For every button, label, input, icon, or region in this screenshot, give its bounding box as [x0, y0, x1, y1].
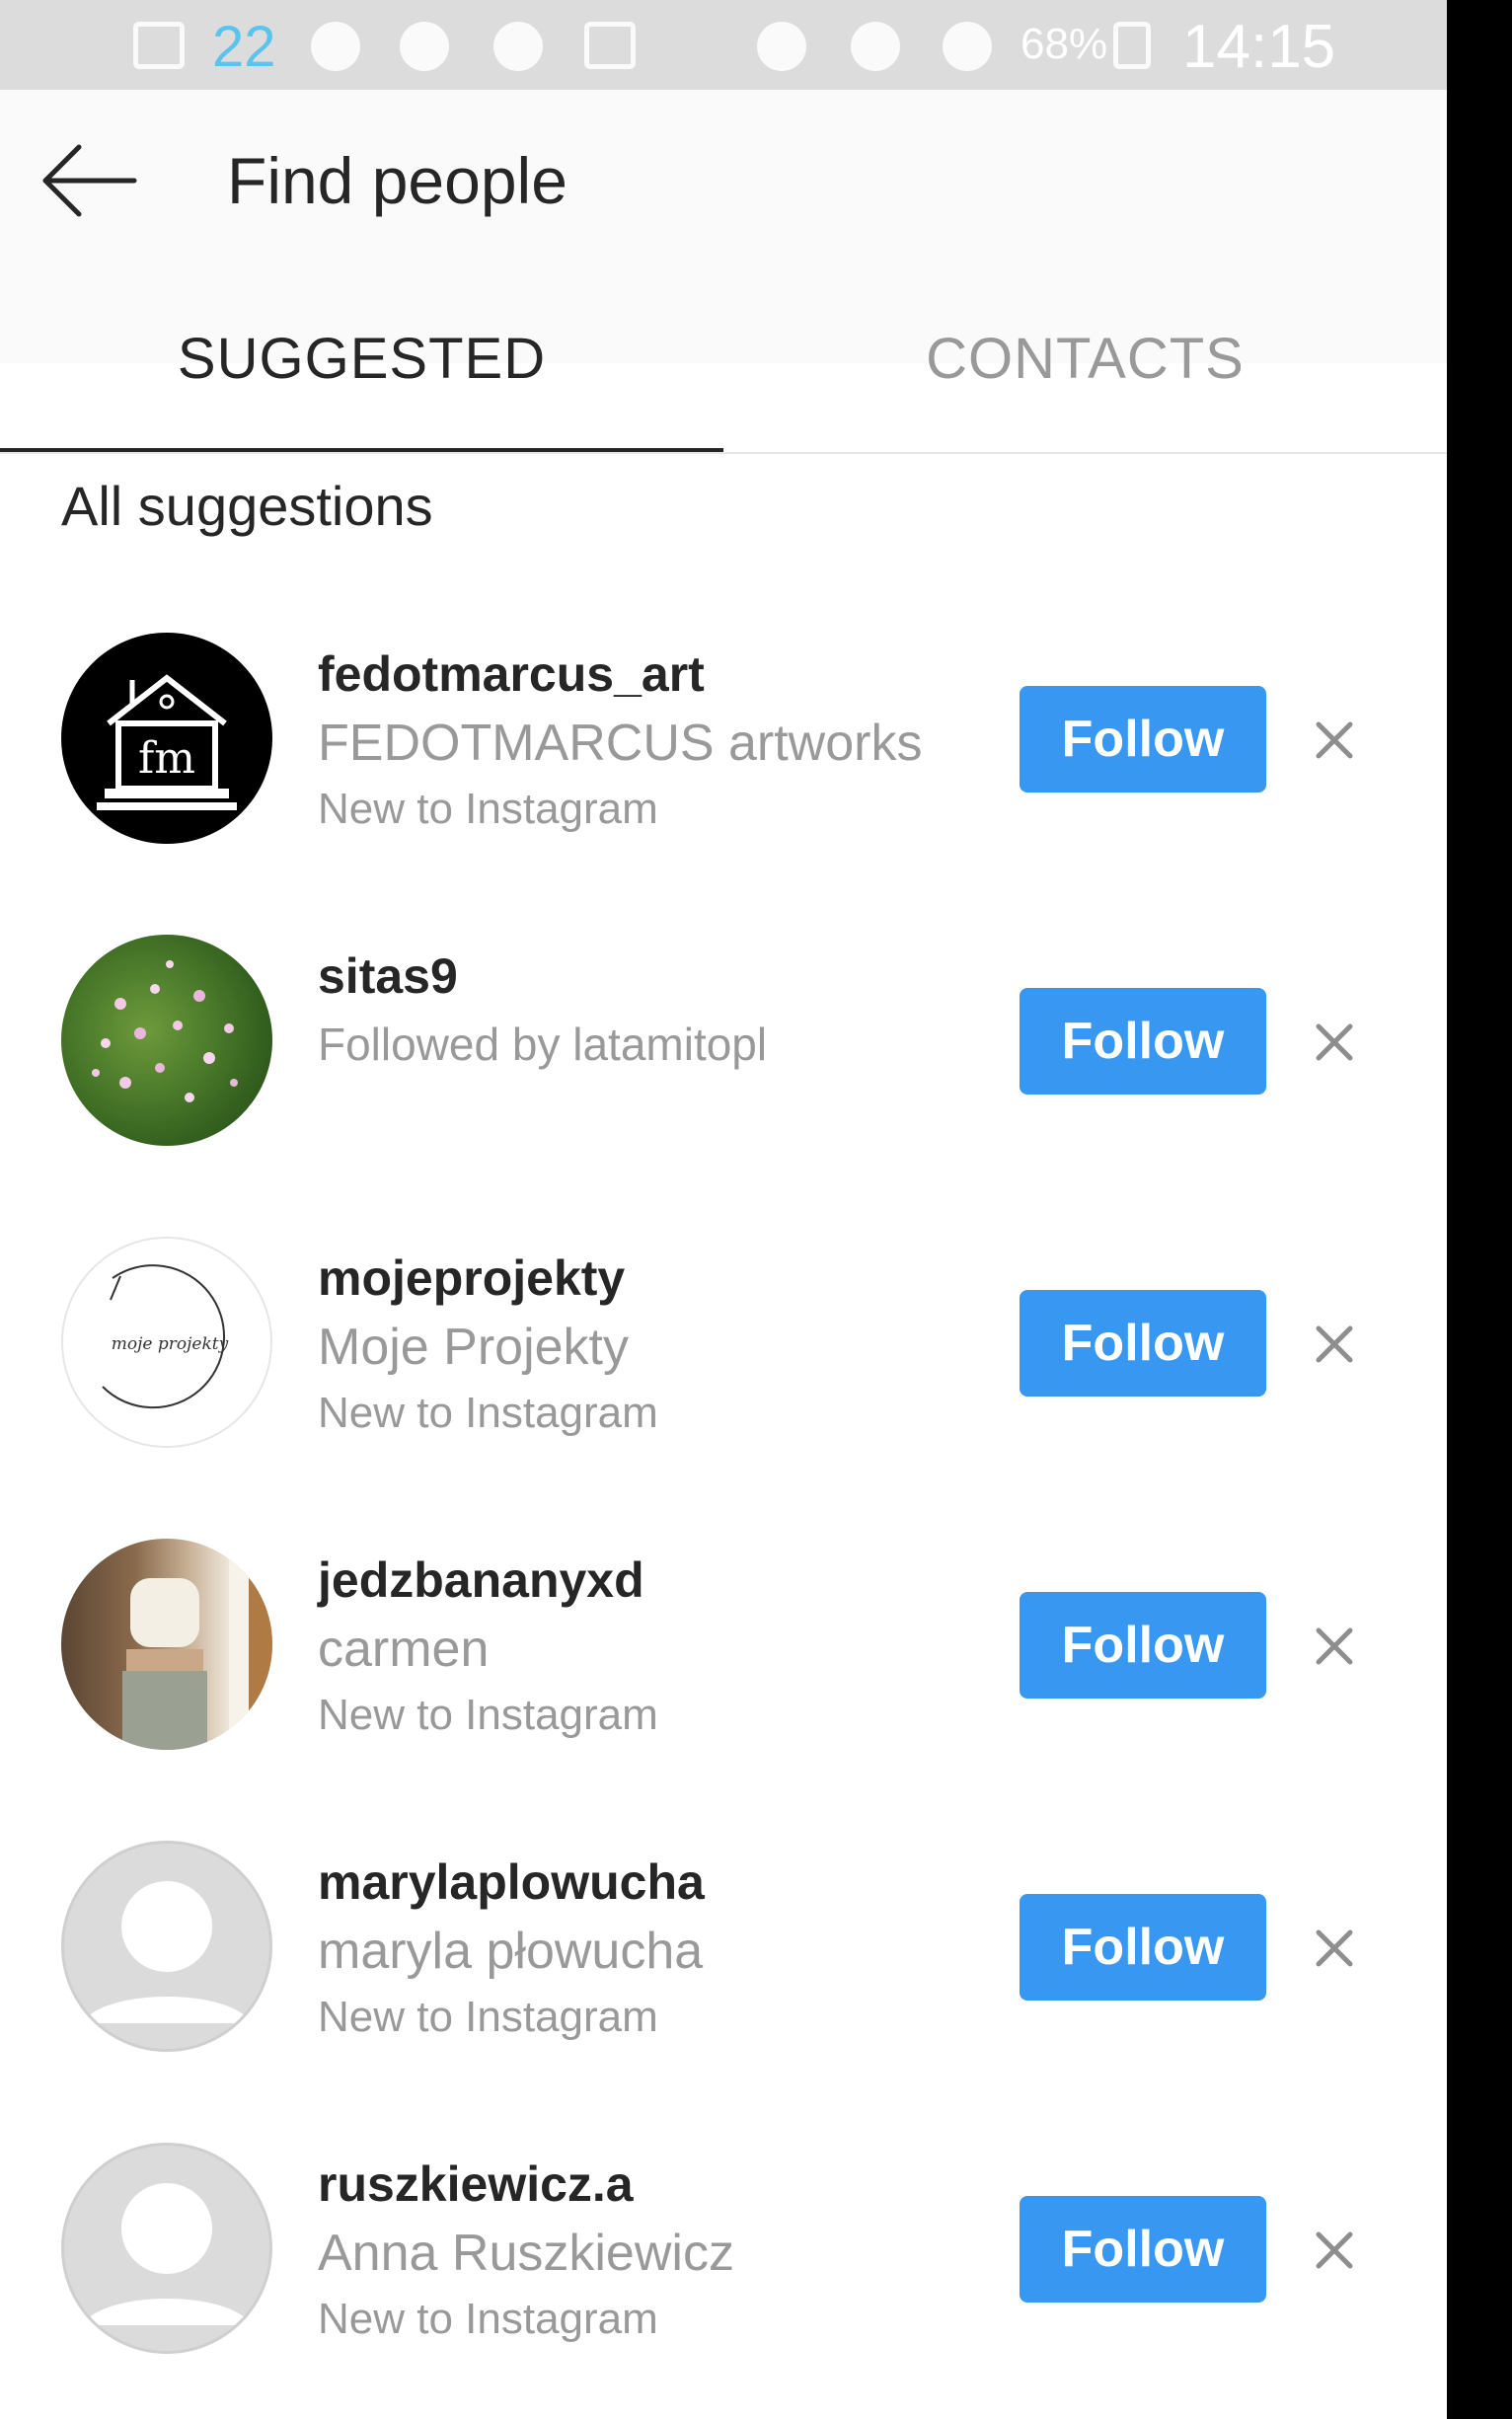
close-icon[interactable]	[1305, 1315, 1364, 1374]
arrow-left-icon	[42, 144, 137, 217]
suggestion-texts: sitas9 Followed by latamitopl	[318, 944, 989, 1080]
suggestion-row: fm fedotmarcus_art FEDOTMARCUS artworks …	[0, 592, 1447, 894]
alarm-icon	[757, 22, 806, 71]
follow-button[interactable]: Follow	[1020, 1894, 1266, 2001]
clock: 14:15	[1182, 13, 1336, 81]
status-bar: 22 68% 14:15	[0, 0, 1447, 90]
notification-count: 22	[212, 15, 276, 79]
shield-icon	[493, 22, 543, 71]
tab-suggested[interactable]: SUGGESTED	[0, 325, 723, 443]
svg-text:fm: fm	[138, 733, 195, 784]
suggestion-row: sitas9 Followed by latamitopl Follow	[0, 894, 1447, 1196]
username[interactable]: jedzbananyxd	[318, 1548, 989, 1613]
full-name: Anna Ruszkiewicz	[318, 2225, 734, 2282]
lock-icon	[400, 22, 449, 71]
avatar[interactable]: fm	[61, 633, 272, 844]
page-title: Find people	[227, 144, 567, 217]
subtitle: New to Instagram	[318, 1691, 658, 1739]
signal-icon	[943, 22, 992, 71]
suggestion-row: marylaplowucha maryla płowucha New to In…	[0, 1800, 1447, 2102]
task-check-icon	[584, 22, 636, 69]
subtitle: New to Instagram	[318, 1993, 658, 2041]
follow-button[interactable]: Follow	[1020, 1592, 1266, 1699]
close-icon[interactable]	[1305, 1013, 1364, 1072]
full-name: carmen	[318, 1621, 490, 1678]
battery-percent: 68%	[1021, 20, 1108, 68]
battery-icon	[1113, 22, 1151, 69]
follow-button[interactable]: Follow	[1020, 686, 1266, 793]
close-icon[interactable]	[1305, 2221, 1364, 2280]
logo-text: moje projekty	[112, 1334, 229, 1354]
avatar[interactable]	[61, 1539, 272, 1750]
username[interactable]: fedotmarcus_art	[318, 642, 989, 707]
username[interactable]: mojeprojekty	[318, 1246, 989, 1311]
close-icon[interactable]	[1305, 1919, 1364, 1978]
tab-contacts[interactable]: CONTACTS	[723, 325, 1447, 443]
fm-house-logo: fm	[97, 674, 237, 810]
avatar[interactable]: moje projekty	[61, 1237, 272, 1448]
subtitle: New to Instagram	[318, 2295, 658, 2343]
follow-button[interactable]: Follow	[1020, 2196, 1266, 2303]
screen: 22 68% 14:15 Find people SUGGESTED CONTA…	[0, 0, 1447, 2419]
username[interactable]: marylaplowucha	[318, 1850, 989, 1915]
subtitle: New to Instagram	[318, 785, 658, 833]
suggestion-texts: jedzbananyxd carmen New to Instagram	[318, 1548, 989, 1745]
username[interactable]: sitas9	[318, 944, 989, 1009]
avatar[interactable]	[61, 2143, 272, 2354]
close-icon[interactable]	[1305, 711, 1364, 770]
suggestion-texts: fedotmarcus_art FEDOTMARCUS artworks New…	[318, 642, 989, 839]
pink-flowers-image	[92, 960, 238, 1102]
suggestion-row: moje projekty mojeprojekty Moje Projekty…	[0, 1196, 1447, 1498]
full-name: Moje Projekty	[318, 1319, 629, 1376]
follow-button[interactable]: Follow	[1020, 1290, 1266, 1397]
username[interactable]: ruszkiewicz.a	[318, 2152, 989, 2217]
header-divider	[0, 452, 1447, 454]
subtitle: Followed by latamitopl	[318, 1019, 768, 1070]
default-avatar-icon	[82, 2183, 252, 2325]
follow-button[interactable]: Follow	[1020, 988, 1266, 1095]
section-title: All suggestions	[61, 475, 433, 537]
suggestion-texts: marylaplowucha maryla płowucha New to In…	[318, 1850, 989, 2047]
app-bar: Find people SUGGESTED CONTACTS	[0, 90, 1447, 391]
close-icon[interactable]	[1305, 1617, 1364, 1676]
suggestion-texts: mojeprojekty Moje Projekty New to Instag…	[318, 1246, 989, 1443]
wifi-icon	[851, 22, 900, 71]
person-photo	[122, 1539, 272, 1750]
moje-projekty-logo: moje projekty	[102, 1264, 229, 1409]
suggestion-row: jedzbananyxd carmen New to Instagram Fol…	[0, 1498, 1447, 1800]
default-avatar-icon	[82, 1881, 252, 2023]
avatar[interactable]	[61, 935, 272, 1146]
suggestion-texts: ruszkiewicz.a Anna Ruszkiewicz New to In…	[318, 2152, 989, 2349]
suggestion-row: ruszkiewicz.a Anna Ruszkiewicz New to In…	[0, 2102, 1447, 2404]
sync-icon	[311, 22, 360, 71]
full-name: FEDOTMARCUS artworks	[318, 715, 923, 772]
avatar[interactable]	[61, 1841, 272, 2052]
back-button[interactable]	[39, 141, 138, 220]
full-name: maryla płowucha	[318, 1923, 704, 1980]
subtitle: New to Instagram	[318, 1389, 658, 1437]
gallery-icon	[133, 22, 185, 69]
